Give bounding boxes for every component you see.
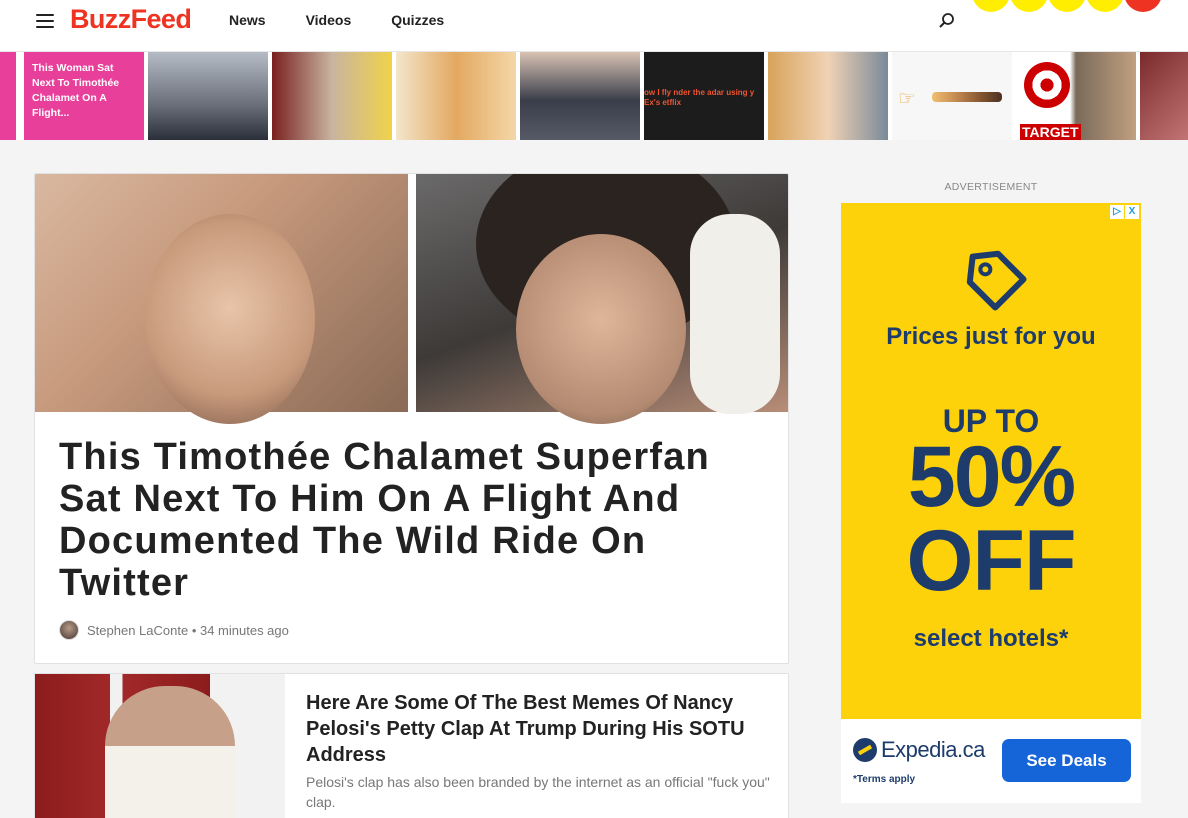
second-story-thumbnail[interactable] bbox=[35, 674, 285, 818]
expedia-globe-icon bbox=[853, 738, 877, 762]
badge-trending-icon[interactable] bbox=[1124, 0, 1162, 12]
ad-percent: 50% bbox=[907, 429, 1076, 525]
second-story-card[interactable]: Here Are Some Of The Best Memes Of Nancy… bbox=[34, 673, 789, 818]
see-deals-button[interactable]: See Deals bbox=[1002, 739, 1131, 782]
trending-item-4[interactable] bbox=[396, 52, 516, 140]
trending-item-7[interactable] bbox=[768, 52, 888, 140]
trending-item-target[interactable]: TARGET bbox=[1016, 52, 1136, 140]
menu-icon[interactable] bbox=[36, 14, 54, 28]
expedia-ad[interactable]: ▷ X Prices just for you UP TO 50% OFF se… bbox=[841, 203, 1141, 719]
ad-tagline: Prices just for you bbox=[886, 323, 1096, 350]
search-icon[interactable] bbox=[938, 12, 956, 30]
top-header: BuzzFeed News Videos Quizzes bbox=[0, 0, 1188, 52]
trending-item-5[interactable] bbox=[520, 52, 640, 140]
adchoices-icon[interactable]: ▷ bbox=[1110, 205, 1124, 219]
badge-cute-icon[interactable] bbox=[1086, 0, 1124, 12]
price-tag-icon bbox=[966, 250, 1027, 311]
main-story-card[interactable]: This Timothée Chalamet Superfan Sat Next… bbox=[34, 173, 789, 664]
badge-lol-icon[interactable] bbox=[972, 0, 1010, 12]
second-story-description: Pelosi's clap has also been branded by t… bbox=[306, 774, 770, 810]
nav-quizzes[interactable]: Quizzes bbox=[391, 12, 444, 28]
trending-item-3[interactable] bbox=[272, 52, 392, 140]
timestamp: 34 minutes ago bbox=[199, 622, 289, 638]
hero-image bbox=[35, 174, 788, 424]
main-story-title[interactable]: This Timothée Chalamet Superfan Sat Next… bbox=[59, 436, 769, 604]
trending-item-netflix[interactable]: ow I fly nder the adar using y Ex's etfl… bbox=[644, 52, 764, 140]
trending-caption: TARGET bbox=[1020, 124, 1081, 140]
byline-separator: • bbox=[188, 622, 200, 638]
badge-omg-icon[interactable] bbox=[1048, 0, 1086, 12]
ad-controls: ▷ X bbox=[1109, 205, 1139, 219]
trending-item-2[interactable] bbox=[148, 52, 268, 140]
trending-item-chalamet[interactable]: This Woman Sat Next To Timothée Chalamet… bbox=[24, 52, 144, 140]
second-story-title[interactable]: Here Are Some Of The Best Memes Of Nancy… bbox=[306, 690, 776, 768]
nav-videos[interactable]: Videos bbox=[306, 12, 352, 28]
ad-close-icon[interactable]: X bbox=[1125, 205, 1139, 219]
ad-select-hotels: select hotels* bbox=[913, 625, 1069, 652]
trending-strip: This Woman Sat Next To Timothée Chalamet… bbox=[0, 52, 1188, 140]
trending-item-emoji[interactable]: ☞ bbox=[892, 52, 1012, 140]
hero-image-left bbox=[35, 174, 408, 424]
ad-footer: Expedia.ca *Terms apply See Deals bbox=[841, 719, 1141, 803]
main-nav: News Videos Quizzes bbox=[229, 12, 484, 28]
badge-row bbox=[972, 0, 1162, 12]
buzzfeed-logo[interactable]: BuzzFeed bbox=[70, 4, 192, 35]
badge-win-icon[interactable] bbox=[1010, 0, 1048, 12]
hero-image-right bbox=[416, 174, 788, 424]
trending-item-10[interactable] bbox=[1140, 52, 1188, 140]
trending-item-partial[interactable] bbox=[0, 52, 16, 140]
trending-caption: ow I fly nder the adar using y Ex's etfl… bbox=[644, 88, 755, 107]
author-avatar[interactable] bbox=[59, 620, 79, 640]
byline: Stephen LaConte • 34 minutes ago bbox=[59, 620, 289, 640]
author-name[interactable]: Stephen LaConte bbox=[87, 623, 188, 638]
trending-caption: This Woman Sat Next To Timothée Chalamet… bbox=[32, 62, 120, 119]
expedia-logo[interactable]: Expedia.ca bbox=[853, 737, 985, 763]
ad-label: ADVERTISEMENT bbox=[944, 181, 1038, 193]
expedia-brand: Expedia.ca bbox=[881, 737, 985, 762]
ad-terms: *Terms apply bbox=[853, 774, 916, 785]
nav-news[interactable]: News bbox=[229, 12, 266, 28]
ad-off: OFF bbox=[906, 513, 1077, 609]
